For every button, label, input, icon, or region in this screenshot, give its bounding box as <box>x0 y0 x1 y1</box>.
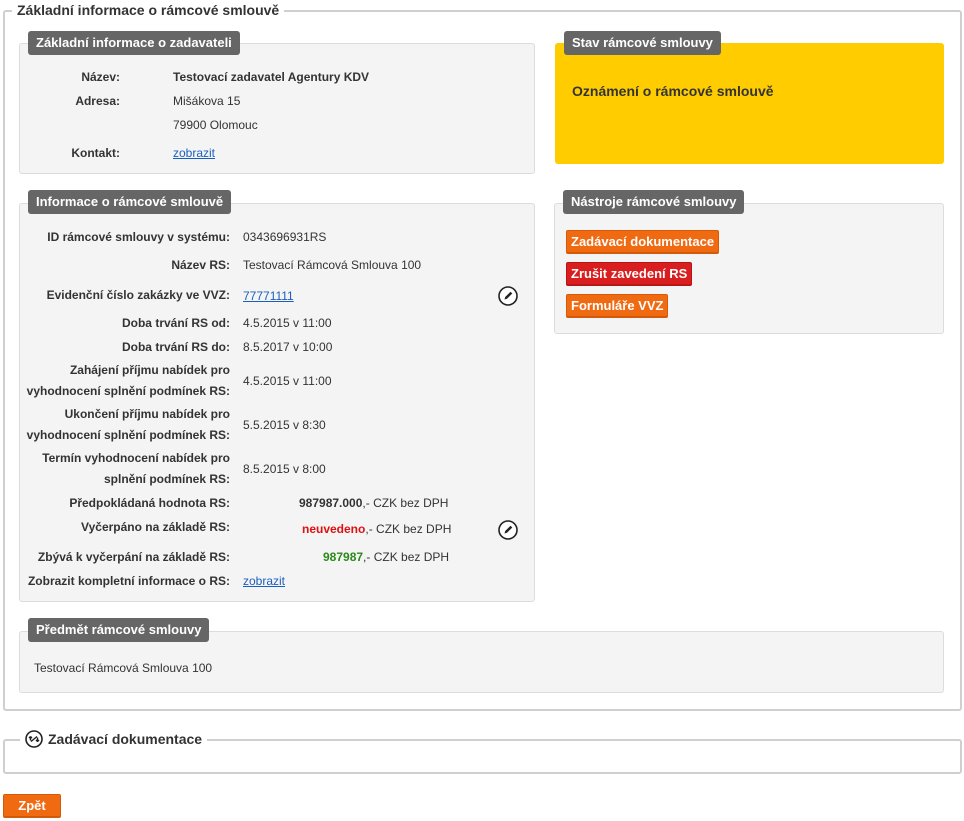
info-eval-label-2: splnění podmínek RS: <box>103 472 230 486</box>
info-start-value: 4.5.2015 v 11:00 <box>243 374 332 388</box>
zadavatel-address-label: Adresa: <box>75 94 120 108</box>
info-end-label-2: vyhodnocení splnění podmínek RS: <box>26 428 230 442</box>
info-remaining-label: Zbývá k vyčerpání na základě RS: <box>37 550 230 564</box>
zadavatel-address-line2: 79900 Olomouc <box>173 118 258 132</box>
info-end-value: 5.5.2015 v 8:30 <box>243 418 326 432</box>
info-full-label: Zobrazit kompletní informace o RS: <box>27 574 230 588</box>
status-text: Oznámení o rámcové smlouvě <box>572 83 774 99</box>
docs-section-title: Zadávací dokumentace <box>48 731 203 747</box>
zrusit-zavedeni-button[interactable]: Zrušit zavedení RS <box>566 262 693 286</box>
info-used-amount: neuvedeno <box>302 522 366 536</box>
zadavatel-contact-label: Kontakt: <box>71 146 120 160</box>
info-id-label: ID rámcové smlouvy v systému: <box>47 230 230 244</box>
pencil-circle-icon[interactable] <box>498 286 518 306</box>
zadavatel-contact-link[interactable]: zobrazit <box>173 142 215 164</box>
zadavatel-name-value: Testovací zadavatel Agentury KDV <box>173 70 370 84</box>
subject-text: Testovací Rámcová Smlouva 100 <box>34 661 213 675</box>
zadavatel-header: Základní informace o zadavateli <box>28 31 240 55</box>
info-to-label: Doba trvání RS do: <box>121 340 230 354</box>
formulare-vvz-button[interactable]: Formuláře VVZ <box>566 294 669 318</box>
info-evid-link[interactable]: 77771111 <box>243 285 294 307</box>
status-box <box>555 43 944 164</box>
zadavaci-dokumentace-button[interactable]: Zadávací dokumentace <box>566 230 720 254</box>
pencil-circle-icon[interactable] <box>498 520 518 540</box>
info-remaining-amount: 987987 <box>323 550 364 564</box>
back-button[interactable]: Zpět <box>3 794 61 818</box>
info-estimated-suffix: ,- CZK bez DPH <box>362 496 449 510</box>
info-estimated-amount: 987987.000 <box>299 496 363 510</box>
info-name-value: Testovací Rámcová Smlouva 100 <box>243 258 422 272</box>
zadavatel-address-line1: Mišákova 15 <box>173 94 241 108</box>
info-eval-label-1: Termín vyhodnocení nabídek pro <box>42 451 230 465</box>
status-header: Stav rámcové smlouvy <box>564 31 721 55</box>
info-to-value: 8.5.2017 v 10:00 <box>243 340 333 354</box>
info-remaining-suffix: ,- CZK bez DPH <box>363 550 450 564</box>
info-used-value: neuvedeno,- CZK bez DPH <box>302 518 451 540</box>
info-name-label: Název RS: <box>171 258 230 272</box>
info-from-value: 4.5.2015 v 11:00 <box>243 316 332 330</box>
subject-header: Předmět rámcové smlouvy <box>28 618 210 642</box>
info-id-value: 0343696931RS <box>243 230 327 244</box>
docs-section-legend[interactable]: Zadávací dokumentace <box>20 730 208 748</box>
info-end-label-1: Ukončení příjmu nabídek pro <box>64 407 230 421</box>
info-estimated-value: 987987.000,- CZK bez DPH <box>299 492 448 514</box>
info-estimated-label: Předpokládaná hodnota RS: <box>69 496 230 510</box>
info-start-label-2: vyhodnocení splnění podmínek RS: <box>26 384 230 398</box>
info-from-label: Doba trvání RS od: <box>121 316 230 330</box>
expand-toggle-icon[interactable] <box>25 730 43 748</box>
info-used-label: Vyčerpáno na základě RS: <box>81 520 230 534</box>
tools-header: Nástroje rámcové smlouvy <box>563 190 745 214</box>
info-remaining-value: 987987,- CZK bez DPH <box>323 546 449 568</box>
info-start-label-1: Zahájení příjmu nabídek pro <box>69 363 230 377</box>
main-section-title: Základní informace o rámcové smlouvě <box>12 2 285 18</box>
zadavatel-name-label: Název: <box>81 70 120 84</box>
info-eval-value: 8.5.2015 v 8:00 <box>243 462 326 476</box>
info-full-link[interactable]: zobrazit <box>243 570 285 592</box>
info-evid-label: Evidenční číslo zakázky ve VVZ: <box>46 288 230 302</box>
info-used-suffix: ,- CZK bez DPH <box>365 522 452 536</box>
info-header: Informace o rámcové smlouvě <box>28 190 232 214</box>
